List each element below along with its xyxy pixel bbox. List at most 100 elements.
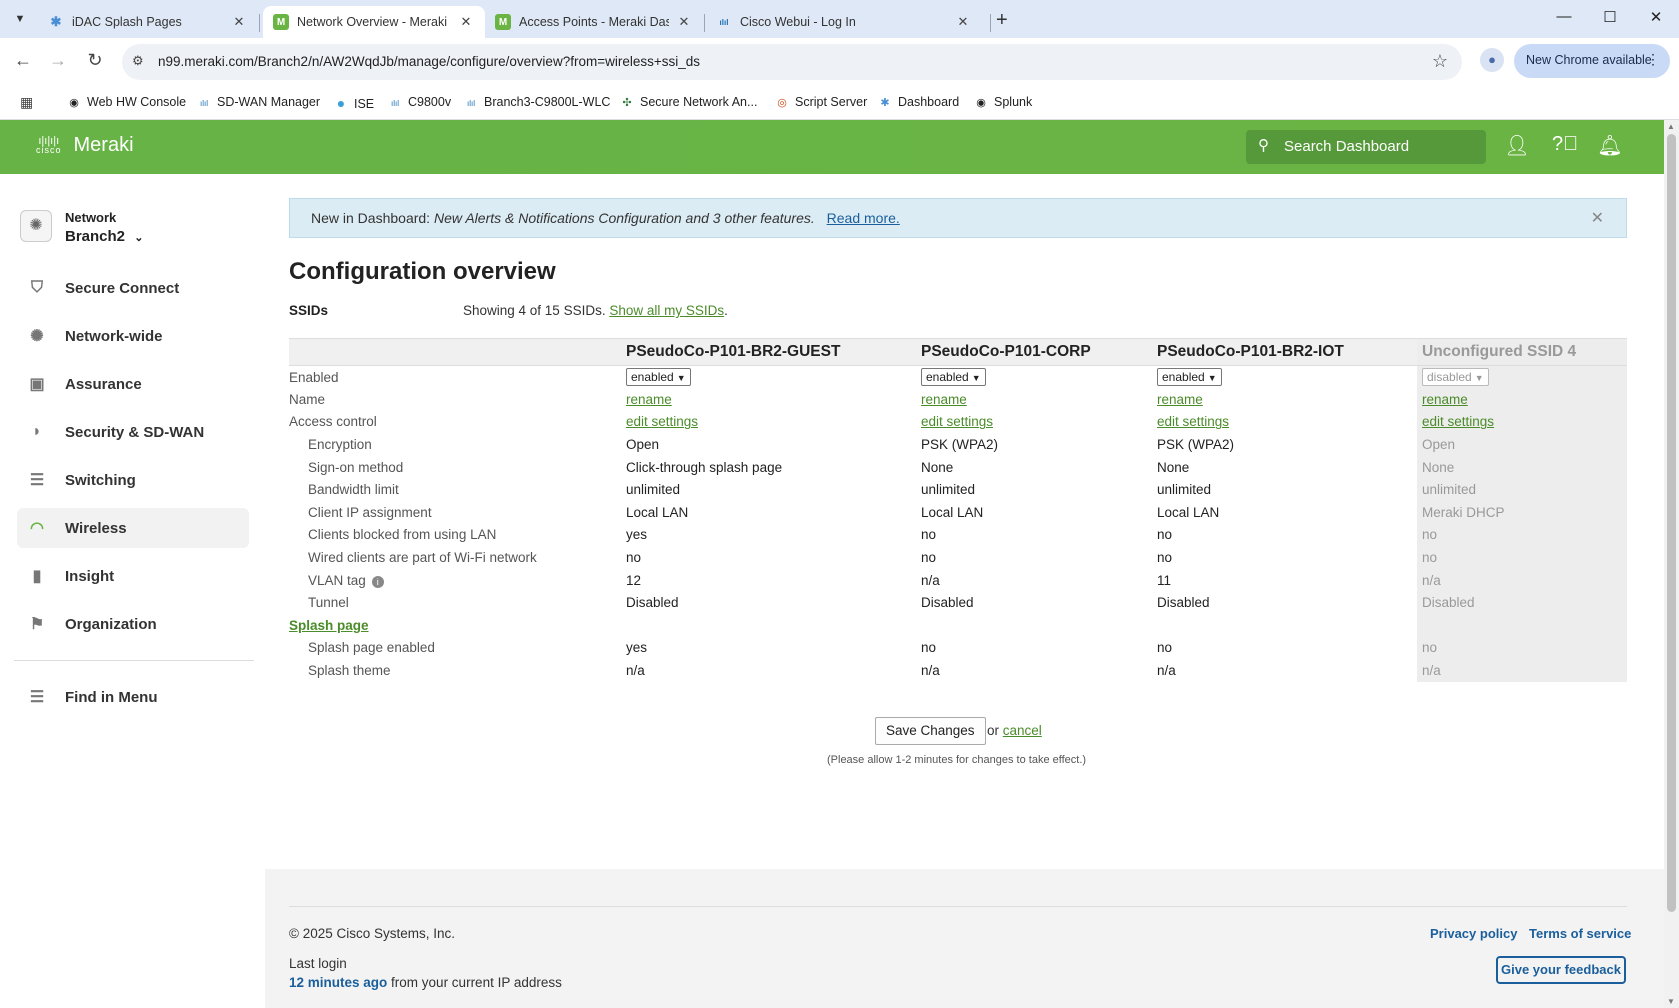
sidebar-item-organization[interactable]: ⚑ Organization (17, 604, 249, 644)
bookmark-label: Dashboard (898, 95, 960, 109)
sidebar-item-security-sd-wan[interactable]: ◗ Security & SD-WAN (17, 412, 249, 452)
minimize-icon[interactable]: — (1554, 8, 1574, 25)
tab-separator (990, 14, 991, 32)
enabled-select[interactable]: enabled ▼ (1157, 368, 1222, 387)
last-login-time[interactable]: 12 minutes ago (289, 975, 387, 990)
rename-link[interactable]: rename (626, 392, 672, 407)
organization-icon: ⚑ (29, 616, 45, 633)
rename-link[interactable]: rename (1157, 392, 1203, 407)
enabled-select[interactable]: enabled ▼ (921, 368, 986, 387)
page-scrollbar[interactable]: ▲ ▼ (1664, 120, 1679, 1008)
select-value: enabled (631, 370, 674, 385)
url-bar[interactable]: ⚙ n99.meraki.com/Branch2/n/AW2WqdJb/mana… (122, 44, 1462, 80)
scroll-down-icon[interactable]: ▼ (1667, 997, 1675, 1006)
new-tab-icon[interactable]: + (996, 9, 1008, 32)
save-changes-button[interactable]: Save Changes (875, 717, 986, 745)
scroll-thumb[interactable] (1667, 134, 1676, 912)
meraki-icon: M (273, 14, 289, 30)
rename-link[interactable]: rename (921, 392, 967, 407)
profile-icon[interactable]: ● (1480, 48, 1504, 72)
more-menu-icon[interactable]: ⋮ (1646, 51, 1660, 68)
meraki-logo[interactable]: ı|ı|ı|ı cisco Meraki (36, 134, 134, 157)
close-tab-icon[interactable]: ✕ (675, 14, 693, 30)
bookmark-sd-wan-manager[interactable]: ılıl SD-WAN Manager (196, 95, 320, 109)
privacy-policy-link[interactable]: Privacy policy (1430, 926, 1517, 941)
find-in-menu-button[interactable]: ☰ Find in Menu (17, 677, 249, 717)
new-chrome-available-button[interactable]: New Chrome available ⋮ (1514, 44, 1670, 78)
table-row: Splash page enabled yes no no no (289, 636, 1627, 660)
sidebar-item-secure-connect[interactable]: ⛉ Secure Connect (17, 268, 249, 308)
cancel-link[interactable]: cancel (1003, 723, 1042, 738)
give-feedback-button[interactable]: Give your feedback (1496, 956, 1626, 984)
table-cell: Disabled (921, 595, 974, 611)
find-menu-icon: ☰ (29, 689, 45, 706)
table-cell: n/a (626, 663, 645, 679)
show-all-ssids-link[interactable]: Show all my SSIDs (609, 303, 724, 318)
url-text[interactable]: n99.meraki.com/Branch2/n/AW2WqdJb/manage… (158, 54, 700, 69)
edit-settings-link[interactable]: edit settings (1157, 414, 1229, 429)
table-cell: Disabled (1417, 591, 1627, 615)
sidebar-item-wireless[interactable]: ◠ Wireless (17, 508, 249, 548)
row-label-text: Clients blocked from using LAN (308, 527, 497, 543)
tab-idac-splash-pages[interactable]: ✱ iDAC Splash Pages ✕ (38, 6, 258, 38)
tab-title: Network Overview - Meraki Dash (297, 15, 451, 29)
bookmark-script-server[interactable]: ◎ Script Server (774, 95, 867, 109)
close-banner-icon[interactable]: ✕ (1591, 208, 1604, 228)
tab-access-points[interactable]: M Access Points - Meraki Dashboa ✕ (485, 6, 703, 38)
sidebar-item-insight[interactable]: ▮ Insight (17, 556, 249, 596)
read-more-link[interactable]: Read more. (827, 210, 900, 226)
sidebar-item-label: Insight (65, 567, 115, 585)
table-header-row: PSeudoCo-P101-BR2-GUEST PSeudoCo-P101-CO… (289, 338, 1627, 366)
sidebar-item-network-wide[interactable]: ✺ Network-wide (17, 316, 249, 356)
forward-icon[interactable]: → (46, 50, 70, 71)
splash-page-link[interactable]: Splash page (289, 618, 369, 633)
search-dashboard-input[interactable]: ⚲ Search Dashboard (1246, 130, 1486, 164)
bookmark-ise[interactable]: ● ISE (333, 95, 374, 111)
reload-icon[interactable]: ↻ (83, 50, 107, 71)
edit-settings-link[interactable]: edit settings (1422, 414, 1494, 429)
close-tab-icon[interactable]: ✕ (457, 14, 475, 30)
bookmark-dashboard[interactable]: ✱ Dashboard (877, 95, 959, 109)
edit-settings-link[interactable]: edit settings (921, 414, 993, 429)
table-cell: no (1157, 640, 1173, 656)
tab-network-overview[interactable]: M Network Overview - Meraki Dash ✕ (263, 6, 485, 38)
bookmark-label: Branch3-C9800L-WLC (484, 95, 611, 109)
scroll-up-icon[interactable]: ▲ (1667, 122, 1675, 131)
enabled-select[interactable]: disabled ▼ (1422, 368, 1489, 387)
bell-icon[interactable]: 🔔︎ (1597, 133, 1623, 158)
terms-of-service-link[interactable]: Terms of service (1529, 926, 1631, 941)
table-cell: Open (1417, 433, 1627, 456)
enabled-select[interactable]: enabled ▼ (626, 368, 691, 387)
bookmark-splunk[interactable]: ◉ Splunk (973, 95, 1032, 109)
tab-cisco-webui[interactable]: ılıl Cisco Webui - Log In ✕ (706, 6, 982, 38)
site-settings-icon[interactable]: ⚙ (132, 53, 144, 69)
close-window-icon[interactable]: ✕ (1646, 8, 1666, 26)
rename-link[interactable]: rename (1422, 392, 1468, 407)
tab-search-button[interactable]: ▼ (8, 8, 32, 30)
bookmark-web-hw-console[interactable]: ◉ Web HW Console (66, 95, 186, 109)
bookmark-branch3-c9800l-wlc[interactable]: ılıl Branch3-C9800L-WLC (463, 95, 610, 109)
maximize-icon[interactable]: ☐ (1600, 8, 1620, 26)
copyright: © 2025 Cisco Systems, Inc. (289, 926, 456, 941)
chevron-down-icon: ▼ (676, 373, 686, 384)
back-icon[interactable]: ← (11, 50, 35, 71)
bookmark-star-icon[interactable]: ☆ (1432, 51, 1448, 72)
sidebar-item-assurance[interactable]: ▣ Assurance (17, 364, 249, 404)
network-selector[interactable]: Branch2 ⌄ (65, 228, 143, 245)
new-chrome-label: New Chrome available (1526, 53, 1652, 67)
bookmark-secure-network-an[interactable]: ✣ Secure Network An... (619, 95, 757, 109)
cisco-icon: ılıl (200, 99, 208, 108)
close-tab-icon[interactable]: ✕ (230, 14, 248, 30)
apps-grid-icon[interactable]: ▦ (20, 94, 33, 111)
bookmark-c9800v[interactable]: ılıl C9800v (387, 95, 451, 109)
close-tab-icon[interactable]: ✕ (954, 14, 972, 30)
user-icon[interactable]: 👤︎ (1504, 133, 1530, 158)
tab-title: Access Points - Meraki Dashboa (519, 15, 669, 29)
help-icon[interactable]: ?⃝ (1552, 133, 1578, 156)
row-label: Splash theme (289, 659, 626, 682)
edit-settings-link[interactable]: edit settings (626, 414, 698, 429)
sidebar-item-switching[interactable]: ☰ Switching (17, 460, 249, 500)
ssids-count-text: Showing 4 of 15 SSIDs. (463, 303, 606, 318)
bookmark-label: Splunk (994, 95, 1033, 109)
info-icon[interactable]: i (371, 575, 384, 588)
